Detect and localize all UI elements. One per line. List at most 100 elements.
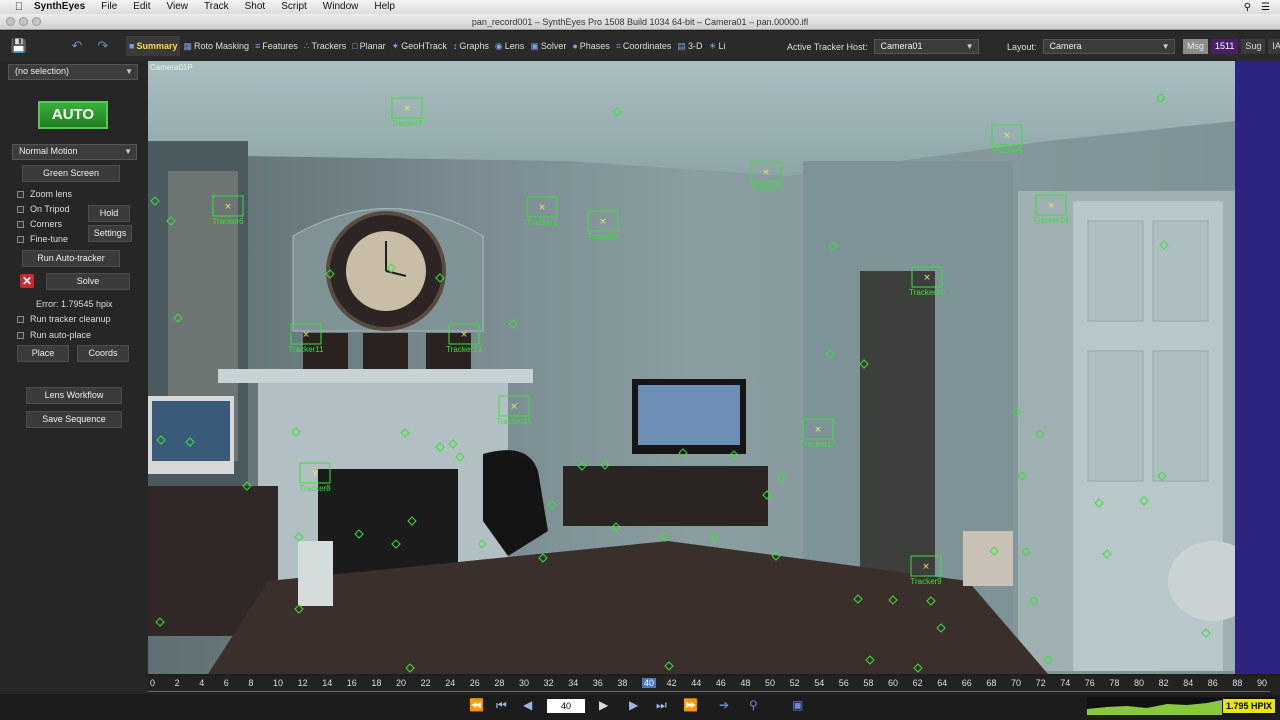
tab-trackers[interactable]: ∴ Trackers bbox=[301, 36, 349, 56]
auto-tracker-diamond[interactable] bbox=[762, 490, 772, 500]
tab-lens[interactable]: ◉ Lens bbox=[492, 36, 527, 56]
auto-tracker-diamond[interactable] bbox=[989, 546, 999, 556]
checkbox-box[interactable] bbox=[17, 205, 24, 213]
auto-tracker-diamond[interactable] bbox=[1157, 471, 1167, 481]
tab-coordinates[interactable]: ⌗ Coordinates bbox=[613, 36, 675, 56]
auto-tracker-diamond[interactable] bbox=[777, 473, 787, 483]
auto-tracker-diamond[interactable] bbox=[853, 594, 863, 604]
auto-tracker-diamond[interactable] bbox=[354, 529, 364, 539]
tracker-marker[interactable]: × Tracker1 bbox=[750, 161, 782, 192]
timeline-ruler[interactable]: 0 2 4 6 8 10 12 14 16 18 20 22 24 26 28 30 32 34 36 38 40 42 4… bbox=[148, 676, 1280, 694]
close-icon[interactable]: ✕ bbox=[20, 274, 34, 288]
auto-tracker-diamond[interactable] bbox=[173, 313, 183, 323]
tab-3-d[interactable]: ▤ 3-D bbox=[674, 36, 705, 56]
auto-tracker-diamond[interactable] bbox=[888, 595, 898, 605]
coords-button[interactable]: Coords bbox=[77, 345, 129, 362]
next-frame-icon[interactable]: ▶ bbox=[629, 698, 638, 712]
ia-button[interactable]: IA bbox=[1268, 39, 1280, 54]
auto-tracker-diamond[interactable] bbox=[448, 439, 458, 449]
redo-icon[interactable]: ↷ bbox=[94, 38, 112, 54]
menu-shot[interactable]: Shot bbox=[237, 0, 274, 14]
fast-forward-icon[interactable]: ⏩ bbox=[683, 698, 698, 712]
rewind-to-start-icon[interactable]: ⏪ bbox=[469, 698, 484, 712]
auto-tracker-diamond[interactable] bbox=[386, 263, 396, 273]
tab-features[interactable]: ≡ Features bbox=[252, 36, 301, 56]
auto-tracker-diamond[interactable] bbox=[859, 359, 869, 369]
tab-li[interactable]: ☀ Li bbox=[705, 36, 728, 56]
tracker-marker[interactable]: × Tracker6 bbox=[212, 195, 244, 226]
auto-tracker-diamond[interactable] bbox=[150, 196, 160, 206]
menu-window[interactable]: Window bbox=[315, 0, 367, 14]
auto-tracker-diamond[interactable] bbox=[612, 107, 622, 117]
menu-script[interactable]: Script bbox=[273, 0, 315, 14]
auto-tracker-diamond[interactable] bbox=[1139, 496, 1149, 506]
zoom-view-icon[interactable]: ⚲ bbox=[749, 698, 758, 712]
auto-tracker-diamond[interactable] bbox=[455, 452, 465, 462]
auto-tracker-diamond[interactable] bbox=[1021, 547, 1031, 557]
auto-tracker-diamond[interactable] bbox=[825, 349, 835, 359]
auto-tracker-diamond[interactable] bbox=[294, 604, 304, 614]
tracker-overlay[interactable]: × Tracker3 × Tracker1 × Tracker2 × Tracker4 × Tra… bbox=[148, 61, 1235, 674]
tracker-marker[interactable]: × Tracker3 bbox=[391, 97, 423, 128]
auto-tracker-diamond[interactable] bbox=[1035, 429, 1045, 439]
tab-phases[interactable]: ● Phases bbox=[569, 36, 612, 56]
message-count-badge[interactable]: 1511 bbox=[1211, 39, 1239, 54]
auto-tracker-diamond[interactable] bbox=[435, 442, 445, 452]
auto-tracker-diamond[interactable] bbox=[156, 435, 166, 445]
auto-tracker-diamond[interactable] bbox=[771, 551, 781, 561]
arrow-right-icon[interactable]: ➔ bbox=[719, 698, 729, 712]
auto-tracker-diamond[interactable] bbox=[913, 663, 923, 673]
menu-help[interactable]: Help bbox=[366, 0, 403, 14]
auto-tracker-diamond[interactable] bbox=[538, 553, 548, 563]
green-screen-button[interactable]: Green Screen bbox=[22, 165, 120, 182]
checkbox-box[interactable] bbox=[17, 331, 24, 339]
active-tracker-host-select[interactable]: Camera01 ▼ bbox=[873, 39, 979, 54]
auto-tracker-diamond[interactable] bbox=[1201, 628, 1211, 638]
tracker-marker[interactable]: × Tracker2 bbox=[526, 196, 558, 227]
frame-number-input[interactable]: 40 bbox=[547, 699, 585, 713]
tab-planar[interactable]: □ Planar bbox=[349, 36, 388, 56]
tab-geohtrack[interactable]: ✦ GeoHTrack bbox=[389, 36, 450, 56]
zoom-window-button[interactable] bbox=[32, 17, 41, 26]
auto-tracker-diamond[interactable] bbox=[1159, 240, 1169, 250]
place-button[interactable]: Place bbox=[17, 345, 69, 362]
run-tracker-cleanup-checkbox[interactable]: Run tracker cleanup bbox=[17, 314, 111, 324]
hold-button[interactable]: Hold bbox=[88, 205, 130, 222]
checkbox-box[interactable] bbox=[17, 190, 24, 198]
auto-tracker-diamond[interactable] bbox=[477, 539, 487, 549]
close-window-button[interactable] bbox=[6, 17, 15, 26]
settings-button[interactable]: Settings bbox=[88, 225, 132, 242]
play-icon[interactable]: ▶ bbox=[599, 698, 608, 712]
tab-solver[interactable]: ▣ Solver bbox=[527, 36, 569, 56]
auto-tracker-diamond[interactable] bbox=[291, 427, 301, 437]
corners-checkbox[interactable]: Corners bbox=[17, 219, 62, 229]
motion-select[interactable]: Normal Motion ▼ bbox=[12, 144, 137, 160]
auto-tracker-diamond[interactable] bbox=[936, 623, 946, 633]
auto-tracker-diamond[interactable] bbox=[294, 532, 304, 542]
auto-tracker-diamond[interactable] bbox=[828, 241, 838, 251]
tab-graphs[interactable]: ↕ Graphs bbox=[450, 36, 492, 56]
minimize-window-button[interactable] bbox=[19, 17, 28, 26]
auto-tracker-diamond[interactable] bbox=[865, 655, 875, 665]
tracker-marker[interactable]: × Tracker11 bbox=[288, 323, 324, 354]
menu-app[interactable]: SynthEyes bbox=[26, 0, 93, 14]
msg-button[interactable]: Msg bbox=[1183, 39, 1209, 54]
auto-tracker-diamond[interactable] bbox=[407, 516, 417, 526]
previous-key-icon[interactable]: ⏮ bbox=[496, 698, 507, 713]
checkbox-box[interactable] bbox=[17, 220, 24, 228]
auto-tracker-diamond[interactable] bbox=[547, 500, 557, 510]
auto-tracker-diamond[interactable] bbox=[709, 533, 719, 543]
auto-tracker-diamond[interactable] bbox=[325, 269, 335, 279]
tracker-marker[interactable]: × Tracker15 bbox=[496, 395, 532, 426]
auto-tracker-diamond[interactable] bbox=[1094, 498, 1104, 508]
auto-tracker-diamond[interactable] bbox=[242, 481, 252, 491]
auto-tracker-diamond[interactable] bbox=[1043, 655, 1053, 665]
auto-tracker-diamond[interactable] bbox=[1017, 471, 1027, 481]
menu-track[interactable]: Track bbox=[196, 0, 237, 14]
fit-view-icon[interactable]: ▣ bbox=[792, 698, 803, 712]
tracker-marker[interactable]: × Tracker13 bbox=[446, 323, 482, 354]
tracker-marker[interactable]: × Tracker8 bbox=[299, 462, 331, 493]
undo-icon[interactable]: ↶ bbox=[68, 38, 86, 54]
auto-tracker-diamond[interactable] bbox=[926, 596, 936, 606]
auto-tracker-diamond[interactable] bbox=[435, 273, 445, 283]
